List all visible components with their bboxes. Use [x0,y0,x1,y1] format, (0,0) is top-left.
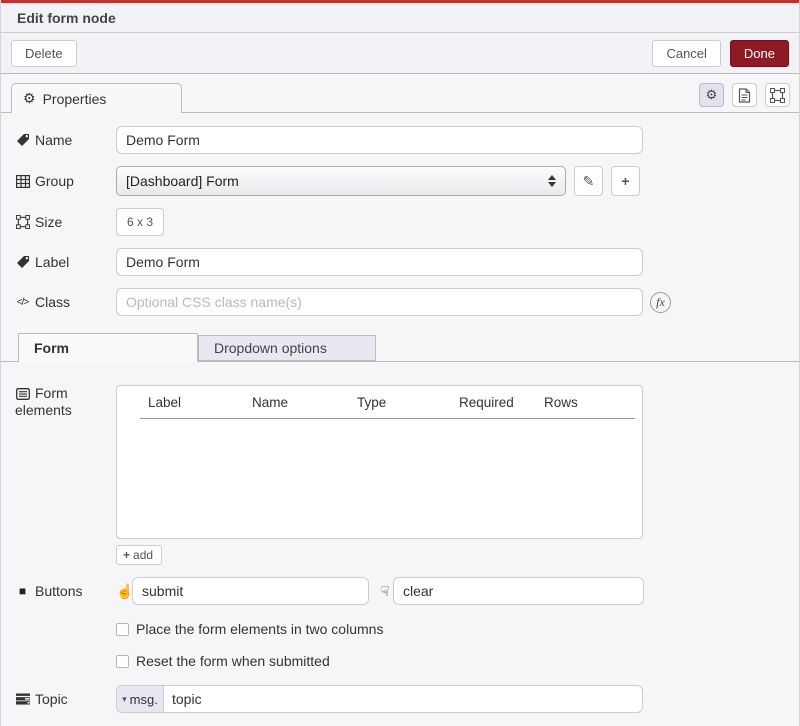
form-elements-table: Label Name Type Required Rows [140,391,635,419]
appearance-icon-button[interactable] [765,83,790,107]
submit-button-text-input[interactable] [132,577,369,605]
size-handles-icon [15,215,30,229]
description-icon-button[interactable] [732,83,757,107]
clear-button-text-input[interactable] [393,577,644,605]
size-value-button[interactable]: 6 x 3 [116,208,164,236]
size-label: Size [35,214,62,230]
topic-label: Topic [35,691,68,707]
topic-label-group: Topic [15,691,116,707]
caret-down-icon: ▾ [122,694,127,705]
tab-dropdown-options[interactable]: Dropdown options [198,335,376,361]
name-row: Name [15,126,789,154]
group-row: Group [Dashboard] Form ✎ + [15,166,789,196]
add-element-label: add [133,548,153,562]
fx-icon: fx [650,292,671,313]
size-row: Size 6 x 3 [15,208,789,236]
section-tabbar: Form Dropdown options [1,333,799,362]
buttons-row: ■ Buttons ☝ ☟ [15,577,789,605]
class-label: Class [35,294,70,310]
reset-checkbox-label: Reset the form when submitted [136,653,330,669]
tag-icon [15,133,30,147]
column-header-required: Required [451,391,536,419]
name-input[interactable] [116,126,643,154]
add-element-button[interactable]: +add [116,545,162,565]
properties-icon-button[interactable]: ⚙ [699,83,724,107]
two-columns-checkbox[interactable] [116,623,129,636]
reset-checkbox[interactable] [116,655,129,668]
group-select[interactable]: [Dashboard] Form [116,166,566,196]
class-label-group: </> Class [15,294,116,310]
name-label: Name [35,132,72,148]
appearance-box-icon [770,88,785,103]
column-header-rows: Rows [536,391,635,419]
class-input[interactable] [116,288,643,316]
tab-form-label: Form [34,340,69,356]
thumbs-down-icon: ☟ [377,583,393,600]
delete-button[interactable]: Delete [11,40,77,67]
plus-icon: + [123,548,130,562]
select-arrows-icon [548,175,556,187]
gear-icon: ⚙ [706,87,718,103]
pencil-icon: ✎ [583,173,595,190]
form-elements-editor: Label Name Type Required Rows +add [116,385,643,565]
form-elements-label-group: Form elements [15,385,116,419]
label-label-group: Label [15,254,116,270]
label-input[interactable] [116,248,643,276]
group-label-group: Group [15,173,116,189]
class-row: </> Class fx [15,288,789,316]
topic-value[interactable]: topic [164,686,642,712]
size-label-group: Size [15,214,116,230]
properties-form: Name Group [Dashboard] Form ✎ [1,113,799,713]
cancel-button[interactable]: Cancel [652,40,720,67]
plus-icon: + [621,173,629,189]
tab-dropdown-options-label: Dropdown options [214,340,327,356]
two-columns-option-row: Place the form elements in two columns [116,621,789,637]
dialog-toolbar: Delete Cancel Done [1,33,799,74]
topic-row: Topic ▾ msg. topic [15,685,789,713]
column-header-name: Name [244,391,349,419]
form-elements-header-row: Label Name Type Required Rows [140,391,635,419]
document-icon [738,88,751,103]
dialog-title: Edit form node [1,3,799,33]
topic-prefix-label: msg. [130,692,158,707]
done-button[interactable]: Done [730,40,789,67]
tab-properties-label: Properties [43,91,107,107]
add-group-button[interactable]: + [611,166,640,196]
group-select-value: [Dashboard] Form [126,173,239,189]
square-icon: ■ [15,584,30,598]
code-icon: </> [15,297,30,308]
form-elements-row: Form elements Label Name Type Required R… [15,385,789,565]
tab-properties[interactable]: ⚙ Properties [11,83,182,113]
reset-option-row: Reset the form when submitted [116,653,789,669]
form-elements-list[interactable]: Label Name Type Required Rows [116,385,643,539]
editor-tab-icons: ⚙ [699,83,790,107]
form-elements-label-wrap: Form elements [15,385,101,419]
thumbs-up-icon: ☝ [116,583,132,600]
label-label: Label [35,254,69,270]
edit-group-button[interactable]: ✎ [574,166,603,196]
editor-tabbar: ⚙ Properties ⚙ [1,78,799,113]
group-label: Group [35,173,74,189]
column-header-type: Type [349,391,451,419]
tasks-icon [15,693,30,705]
tab-form[interactable]: Form [18,333,198,362]
two-columns-checkbox-label: Place the form elements in two columns [136,621,383,637]
table-icon [15,175,30,188]
list-alt-icon [15,388,30,400]
name-label-group: Name [15,132,116,148]
tag-icon [15,255,30,269]
toolbar-right-group: Cancel Done [652,40,789,67]
buttons-label-group: ■ Buttons [15,583,116,599]
topic-type-select[interactable]: ▾ msg. [117,686,164,712]
column-header-label: Label [140,391,244,419]
buttons-label: Buttons [35,583,82,599]
gear-icon: ⚙ [23,90,36,107]
label-row: Label [15,248,789,276]
topic-typed-input: ▾ msg. topic [116,685,643,713]
